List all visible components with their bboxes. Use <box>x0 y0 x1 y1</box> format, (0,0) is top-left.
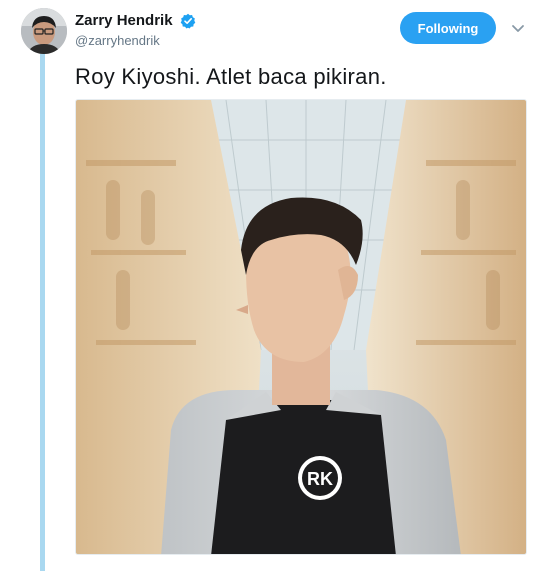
chevron-down-icon[interactable] <box>510 20 526 36</box>
tweet-text: Roy Kiyoshi. Atlet baca pikiran. <box>75 64 387 89</box>
thread-line <box>40 50 45 571</box>
author-name[interactable]: Zarry Hendrik <box>75 12 173 29</box>
following-button[interactable]: Following <box>400 12 496 44</box>
shirt-logo: RK <box>307 469 333 489</box>
avatar[interactable] <box>21 8 67 54</box>
author-handle[interactable]: @zarryhendrik <box>75 33 196 48</box>
avatar-image <box>21 8 67 54</box>
photo-image: RK <box>76 100 526 554</box>
verified-badge-icon <box>180 13 196 29</box>
author-block: Zarry Hendrik @zarryhendrik <box>75 12 196 48</box>
tweet-photo[interactable]: RK <box>75 99 527 555</box>
